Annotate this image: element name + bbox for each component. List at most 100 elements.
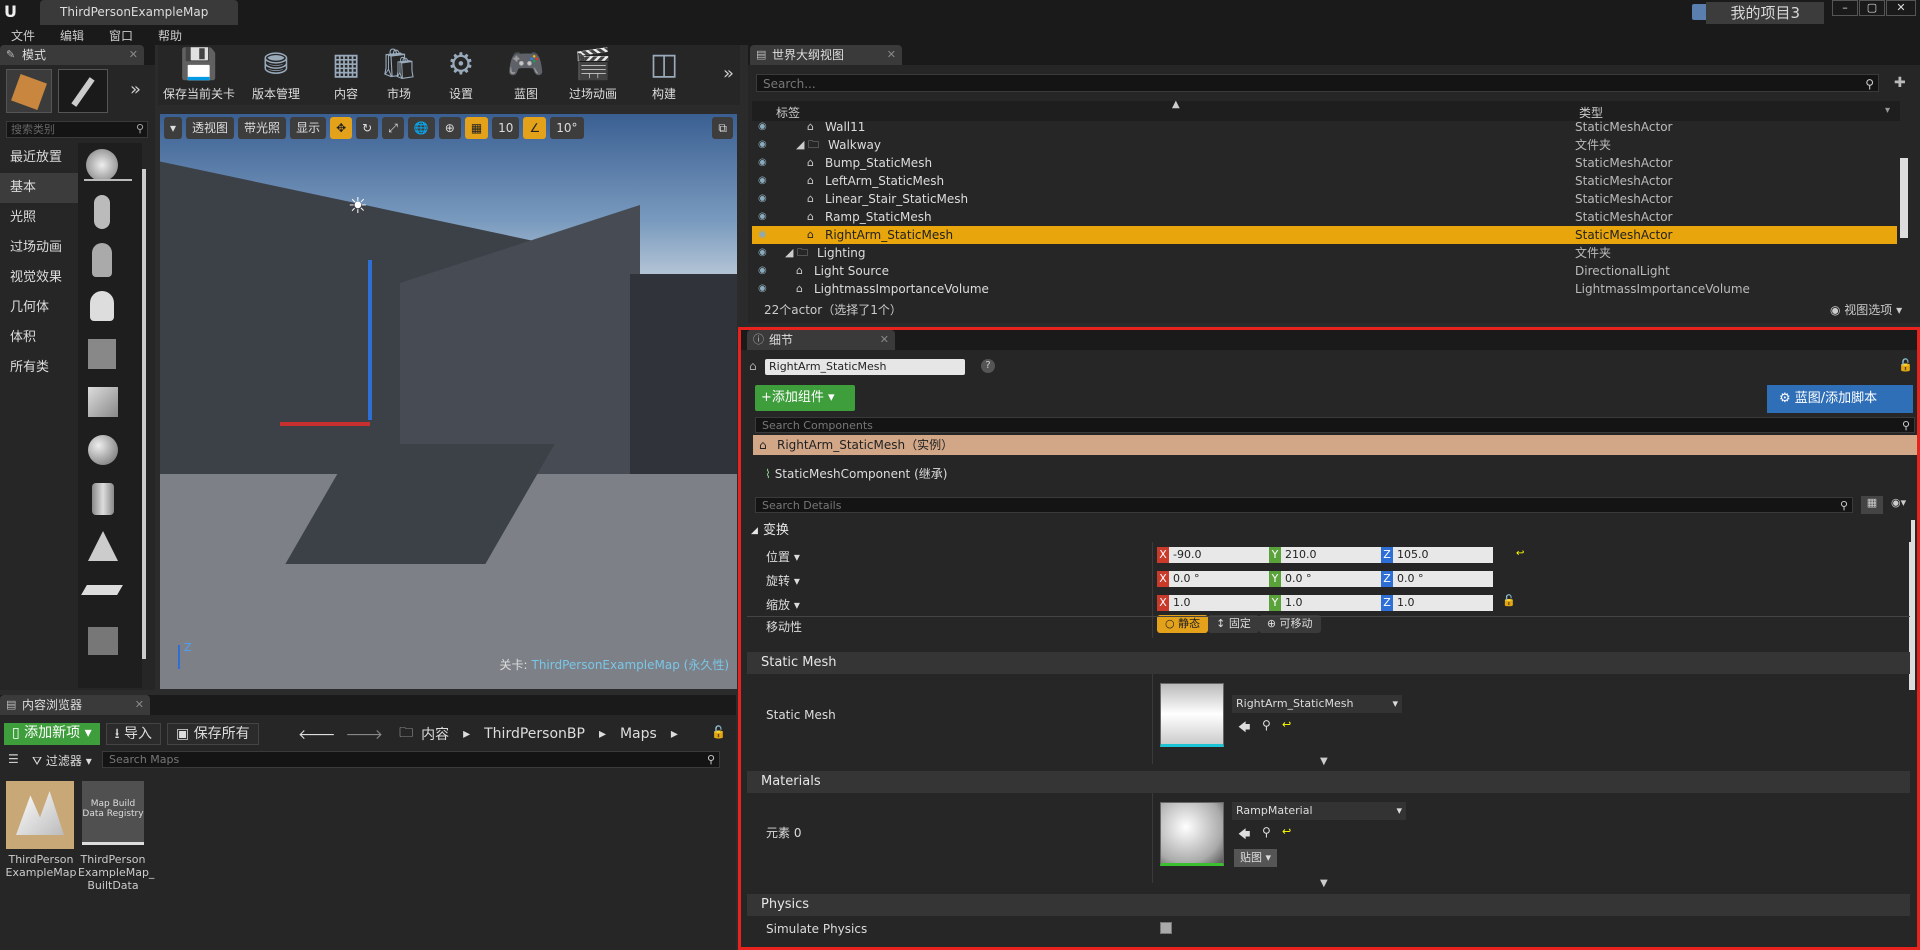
chevron-down-icon[interactable]: ▾ xyxy=(790,598,800,612)
maximize-button[interactable]: ▢ xyxy=(1859,0,1885,16)
help-icon[interactable]: ? xyxy=(981,359,995,373)
visibility-eye-icon[interactable]: ◉ xyxy=(758,226,767,244)
back-icon[interactable]: 🡐 xyxy=(298,726,336,743)
category-visual-effects[interactable]: 视觉效果 xyxy=(0,263,78,293)
more-toolbar-icon[interactable]: » xyxy=(723,63,734,84)
outliner-row[interactable]: ◉ ⌂ LightmassImportanceVolume LightmassImpo… xyxy=(752,280,1897,298)
close-icon[interactable]: ✕ xyxy=(129,45,138,65)
cylinder-icon[interactable] xyxy=(92,483,114,515)
player-start-icon[interactable] xyxy=(88,339,116,369)
materials-section-header[interactable]: Materials xyxy=(747,771,1910,793)
material-thumbnail[interactable] xyxy=(1160,802,1224,866)
blueprints-button[interactable]: 🎮 蓝图 xyxy=(498,45,554,105)
visibility-eye-icon[interactable]: ◉ xyxy=(758,190,767,208)
actor-name-field[interactable]: RightArm_StaticMesh xyxy=(765,359,965,375)
add-component-button[interactable]: +添加组件 ▾ xyxy=(755,385,855,411)
transform-rotation-row-label[interactable]: 旋转 ▾ xyxy=(766,572,800,589)
root-component-row[interactable]: ⌂ RightArm_StaticMesh（实例） xyxy=(753,435,1917,455)
outliner-row[interactable]: ◉ ◢ 🗀 Walkway 文件夹 xyxy=(752,136,1897,154)
cube-icon[interactable] xyxy=(88,387,118,417)
add-new-button[interactable]: ▯ 添加新项 ▾ xyxy=(4,723,100,745)
category-basic[interactable]: 基本 xyxy=(0,173,78,203)
outliner-row[interactable]: ◉ ⌂ RightArm_StaticMesh StaticMeshActor xyxy=(752,226,1897,244)
outliner-tab[interactable]: ▤ 世界大纲视图 ✕ xyxy=(750,45,902,65)
outliner-row[interactable]: ◉ ⌂ LeftArm_StaticMesh StaticMeshActor xyxy=(752,172,1897,190)
visibility-eye-icon[interactable]: ◉ xyxy=(758,244,767,262)
gizmo[interactable] xyxy=(280,240,390,580)
minimize-button[interactable]: – xyxy=(1832,0,1858,16)
asset-thumbnail-map[interactable] xyxy=(6,781,74,849)
outliner-row[interactable]: ◉ ⌂ Wall11 StaticMeshActor xyxy=(752,118,1897,136)
rotation-x-field[interactable]: 0.0 ° xyxy=(1169,571,1269,587)
forward-icon[interactable]: 🡒 xyxy=(346,726,384,743)
scale-x-field[interactable]: 1.0 xyxy=(1169,595,1269,611)
path-maps[interactable]: Maps xyxy=(620,726,657,742)
point-light-icon[interactable] xyxy=(90,291,114,321)
viewport[interactable]: ☀ ▾ 透视图 带光照 显示 ✥ ↻ ⤢ 🌐 ⊕ ▦ 10 ∠ 10° ⧉ Z … xyxy=(160,114,737,689)
close-icon[interactable]: ✕ xyxy=(880,330,889,350)
add-folder-icon[interactable]: ✚ xyxy=(1894,75,1906,91)
paint-mode-button[interactable] xyxy=(58,69,108,113)
visibility-eye-icon[interactable]: ◉ xyxy=(758,172,767,190)
browse-icon[interactable]: ⚲ xyxy=(1262,825,1271,839)
perspective-button[interactable]: 透视图 xyxy=(186,117,235,139)
visibility-eye-icon[interactable]: ◉ xyxy=(758,262,767,280)
sun-icon[interactable]: ☀ xyxy=(348,194,370,219)
category-lights[interactable]: 光照 xyxy=(0,203,78,233)
more-modes-icon[interactable]: » xyxy=(130,79,141,100)
mobility-movable-button[interactable]: ⊕ 可移动 xyxy=(1258,615,1321,633)
chevron-down-icon[interactable]: ▾ xyxy=(790,574,800,588)
import-button[interactable]: ⭳ 导入 xyxy=(105,723,161,745)
rotation-snap-icon[interactable]: ∠ xyxy=(523,117,547,139)
mobility-stationary-button[interactable]: ↕ 固定 xyxy=(1208,615,1259,633)
outliner-row[interactable]: ◉ ◢ 🗀 Lighting 文件夹 xyxy=(752,244,1897,262)
mobility-static-button[interactable]: ○ 静态 xyxy=(1157,615,1209,633)
expand-arrow-icon[interactable]: ▼ xyxy=(1320,756,1328,767)
lock-icon[interactable]: 🔓 xyxy=(711,725,726,739)
grid-snap-icon[interactable]: ▦ xyxy=(464,117,489,139)
visibility-eye-icon[interactable]: ◉ xyxy=(758,118,767,136)
scale-tool-icon[interactable]: ⤢ xyxy=(382,117,404,139)
empty-actor-icon[interactable] xyxy=(86,149,118,181)
category-cinematic[interactable]: 过场动画 xyxy=(0,233,78,263)
show-button[interactable]: 显示 xyxy=(290,117,327,139)
outliner-search-input[interactable]: Search... ⚲ xyxy=(756,74,1879,92)
source-control-button[interactable]: ⛃ 版本管理 xyxy=(243,45,309,105)
outliner-row[interactable]: ◉ ⌂ Light Source DirectionalLight xyxy=(752,262,1897,280)
scale-z-field[interactable]: 1.0 xyxy=(1393,595,1493,611)
rotation-snap-value[interactable]: 10° xyxy=(550,117,584,139)
plane-icon[interactable] xyxy=(81,585,123,595)
visibility-eye-icon[interactable]: ◉ xyxy=(758,280,767,298)
scale-y-field[interactable]: 1.0 xyxy=(1281,595,1381,611)
filter-button[interactable]: ⛛ 过滤器 ▾ xyxy=(32,752,92,769)
modes-tab[interactable]: ✎ 模式 ✕ xyxy=(0,45,144,65)
lock-icon[interactable]: 🔓 xyxy=(1898,358,1913,372)
maximize-viewport-icon[interactable]: ⧉ xyxy=(712,117,733,139)
save-level-button[interactable]: 💾 保存当前关卡 xyxy=(163,45,235,105)
location-x-field[interactable]: -90.0 xyxy=(1169,547,1269,563)
content-button[interactable]: ▦ 内容 xyxy=(318,45,374,105)
transform-scale-row-label[interactable]: 缩放 ▾ xyxy=(766,596,800,613)
document-tab[interactable]: ThirdPersonExampleMap xyxy=(40,0,238,25)
static-mesh-dropdown[interactable]: RightArm_StaticMesh ▾ xyxy=(1232,695,1402,713)
category-volumes[interactable]: 体积 xyxy=(0,323,78,353)
save-all-button[interactable]: ▣ 保存所有 xyxy=(167,723,259,745)
translate-tool-icon[interactable]: ✥ xyxy=(330,117,353,139)
path-content[interactable]: 内容 xyxy=(421,724,449,744)
close-window-button[interactable]: ✕ xyxy=(1886,0,1916,16)
content-browser-tab[interactable]: ▤ 内容浏览器 ✕ xyxy=(0,695,150,715)
close-icon[interactable]: ✕ xyxy=(135,695,144,715)
menu-help[interactable]: 帮助 xyxy=(158,27,182,44)
visibility-eye-icon[interactable]: ◉ xyxy=(758,208,767,226)
pawn-icon[interactable] xyxy=(92,243,112,277)
location-y-field[interactable]: 210.0 xyxy=(1281,547,1381,563)
lit-button[interactable]: 带光照 xyxy=(238,117,287,139)
blueprint-script-button[interactable]: ⚙ 蓝图/添加脚本 xyxy=(1767,385,1913,413)
unreal-logo[interactable]: U xyxy=(4,2,26,22)
outliner-row[interactable]: ◉ ⌂ Linear_Stair_StaticMesh StaticMeshActor xyxy=(752,190,1897,208)
settings-button[interactable]: ⚙ 设置 xyxy=(433,45,489,105)
outliner-scrollbar[interactable] xyxy=(1900,158,1908,238)
category-search-input[interactable]: 搜索类别 ⚲ xyxy=(6,121,148,138)
transform-location-row-label[interactable]: 位置 ▾ xyxy=(766,548,800,565)
build-button[interactable]: ◫ 构建 xyxy=(636,45,692,105)
